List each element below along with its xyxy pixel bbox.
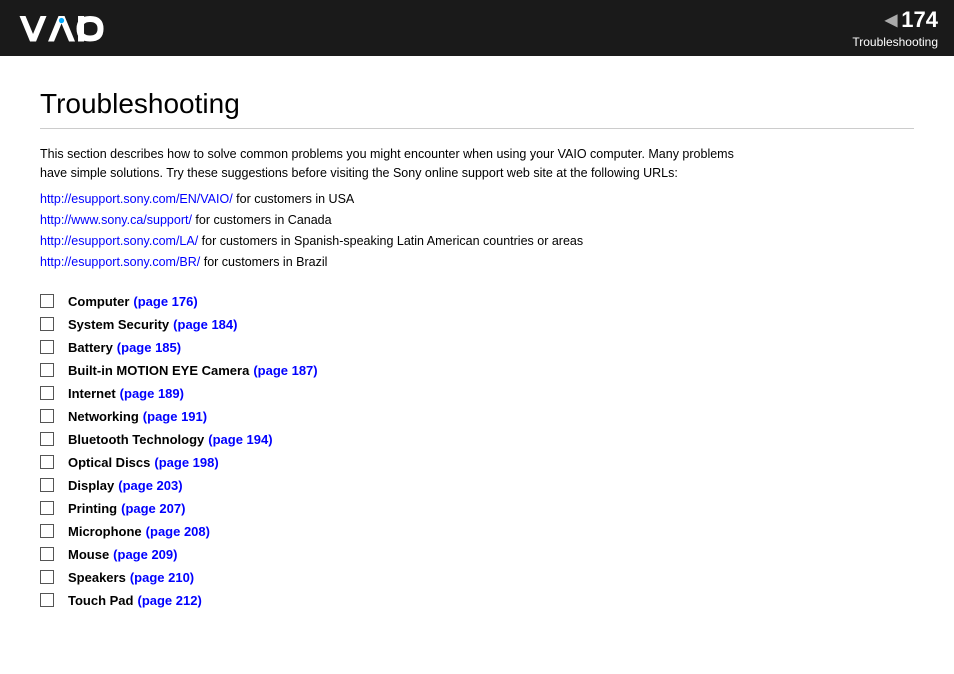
list-item: Computer (page 176)	[40, 294, 914, 309]
list-item: Printing (page 207)	[40, 501, 914, 516]
checkbox-icon	[40, 501, 54, 515]
header-right: ◀ 174 Troubleshooting	[852, 7, 938, 49]
item-page-link[interactable]: (page 212)	[137, 593, 201, 608]
url-line-4: http://esupport.sony.com/BR/ for custome…	[40, 252, 914, 273]
main-content: Troubleshooting This section describes h…	[0, 56, 954, 648]
list-item: Optical Discs (page 198)	[40, 455, 914, 470]
item-label: Mouse	[68, 547, 109, 562]
checkbox-icon	[40, 570, 54, 584]
checkbox-icon	[40, 294, 54, 308]
list-item: Microphone (page 208)	[40, 524, 914, 539]
list-item: Display (page 203)	[40, 478, 914, 493]
item-page-link[interactable]: (page 198)	[154, 455, 218, 470]
list-item: Mouse (page 209)	[40, 547, 914, 562]
url-link-4[interactable]: http://esupport.sony.com/BR/	[40, 255, 200, 269]
item-label: Optical Discs	[68, 455, 150, 470]
list-item: System Security (page 184)	[40, 317, 914, 332]
item-label: Touch Pad	[68, 593, 133, 608]
url-section: http://esupport.sony.com/EN/VAIO/ for cu…	[40, 189, 914, 274]
vaio-logo	[16, 13, 113, 43]
item-label: Networking	[68, 409, 139, 424]
item-label: System Security	[68, 317, 169, 332]
item-page-link[interactable]: (page 189)	[120, 386, 184, 401]
item-page-link[interactable]: (page 191)	[143, 409, 207, 424]
item-label: Printing	[68, 501, 117, 516]
checkbox-icon	[40, 432, 54, 446]
item-page-link[interactable]: (page 203)	[118, 478, 182, 493]
item-page-link[interactable]: (page 207)	[121, 501, 185, 516]
item-label: Speakers	[68, 570, 126, 585]
list-item: Bluetooth Technology (page 194)	[40, 432, 914, 447]
item-page-link[interactable]: (page 185)	[117, 340, 181, 355]
list-item: Touch Pad (page 212)	[40, 593, 914, 608]
item-page-link[interactable]: (page 184)	[173, 317, 237, 332]
header: ◀ 174 Troubleshooting	[0, 0, 954, 56]
item-page-link[interactable]: (page 176)	[133, 294, 197, 309]
list-item: Battery (page 185)	[40, 340, 914, 355]
checkbox-icon	[40, 478, 54, 492]
page-number: ◀ 174	[885, 7, 938, 33]
list-item: Internet (page 189)	[40, 386, 914, 401]
url-line-2: http://www.sony.ca/support/ for customer…	[40, 210, 914, 231]
checkbox-icon	[40, 455, 54, 469]
url-line-1: http://esupport.sony.com/EN/VAIO/ for cu…	[40, 189, 914, 210]
item-label: Battery	[68, 340, 113, 355]
url-line-3: http://esupport.sony.com/LA/ for custome…	[40, 231, 914, 252]
list-item: Speakers (page 210)	[40, 570, 914, 585]
checkbox-icon	[40, 386, 54, 400]
toc-list: Computer (page 176) System Security (page…	[40, 294, 914, 608]
checkbox-icon	[40, 317, 54, 331]
list-item: Built-in MOTION EYE Camera (page 187)	[40, 363, 914, 378]
url-link-3[interactable]: http://esupport.sony.com/LA/	[40, 234, 198, 248]
item-page-link[interactable]: (page 187)	[253, 363, 317, 378]
item-page-link[interactable]: (page 194)	[208, 432, 272, 447]
item-page-link[interactable]: (page 210)	[130, 570, 194, 585]
item-label: Internet	[68, 386, 116, 401]
item-label: Display	[68, 478, 114, 493]
checkbox-icon	[40, 524, 54, 538]
checkbox-icon	[40, 547, 54, 561]
item-label: Microphone	[68, 524, 142, 539]
url-link-2[interactable]: http://www.sony.ca/support/	[40, 213, 192, 227]
item-page-link[interactable]: (page 209)	[113, 547, 177, 562]
page-title: Troubleshooting	[40, 88, 914, 129]
checkbox-icon	[40, 363, 54, 377]
section-label: Troubleshooting	[852, 35, 938, 49]
item-page-link[interactable]: (page 208)	[146, 524, 210, 539]
item-label: Built-in MOTION EYE Camera	[68, 363, 249, 378]
checkbox-icon	[40, 340, 54, 354]
checkbox-icon	[40, 409, 54, 423]
intro-paragraph: This section describes how to solve comm…	[40, 145, 914, 183]
list-item: Networking (page 191)	[40, 409, 914, 424]
item-label: Computer	[68, 294, 129, 309]
url-link-1[interactable]: http://esupport.sony.com/EN/VAIO/	[40, 192, 233, 206]
item-label: Bluetooth Technology	[68, 432, 204, 447]
checkbox-icon	[40, 593, 54, 607]
